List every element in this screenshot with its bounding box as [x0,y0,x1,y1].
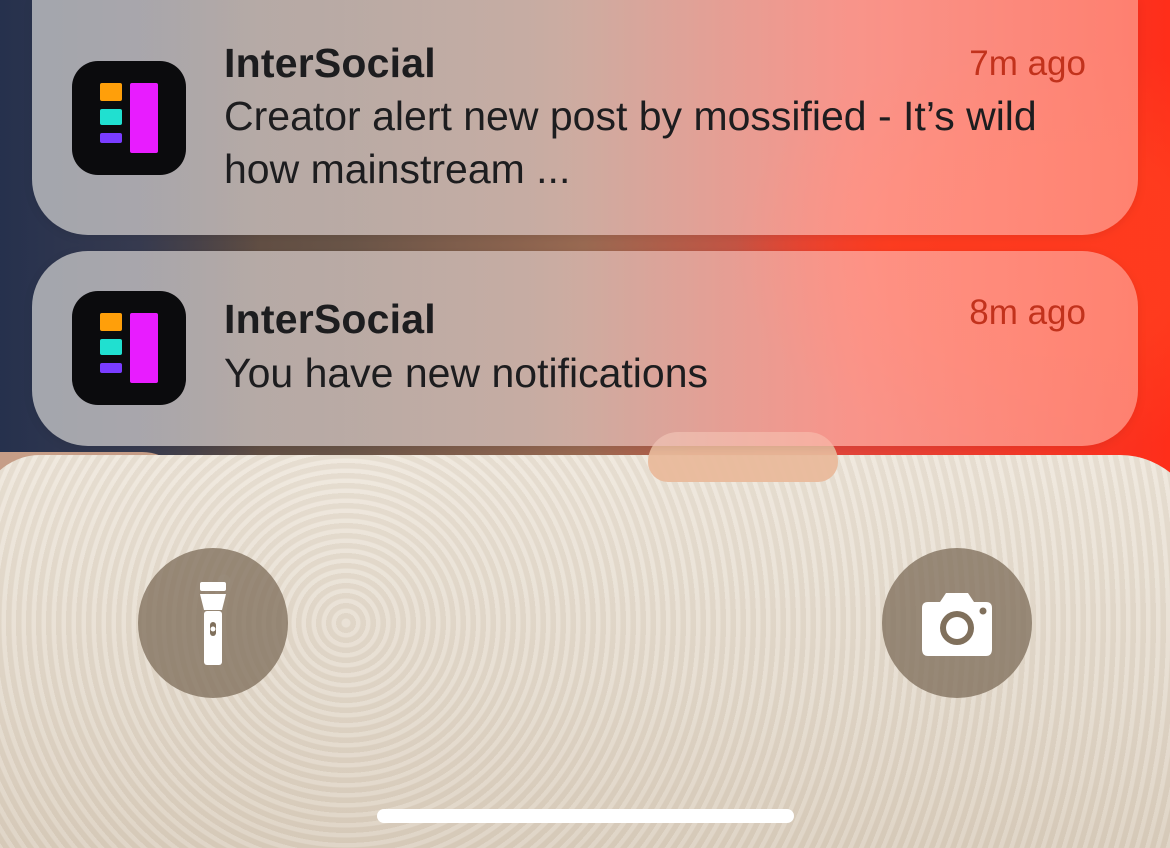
notification-card[interactable]: InterSocial 8m ago You have new notifica… [32,251,1138,446]
notification-app-name: InterSocial [224,296,436,342]
notification-app-name: InterSocial [224,40,436,86]
notification-card[interactable]: InterSocial 7m ago Creator alert new pos… [32,0,1138,235]
camera-button[interactable] [882,548,1032,698]
lock-screen: InterSocial 7m ago Creator alert new pos… [0,0,1170,848]
notification-body: Creator alert new post by mossified - It… [224,93,1037,192]
home-indicator[interactable] [377,809,794,823]
camera-icon [922,593,992,656]
intersocial-app-icon [72,291,186,405]
notification-time: 7m ago [969,44,1086,83]
notification-time: 8m ago [969,293,1086,332]
notification-body: You have new notifications [224,350,708,396]
flashlight-icon [200,582,226,665]
flashlight-button[interactable] [138,548,288,698]
intersocial-app-icon [72,61,186,175]
